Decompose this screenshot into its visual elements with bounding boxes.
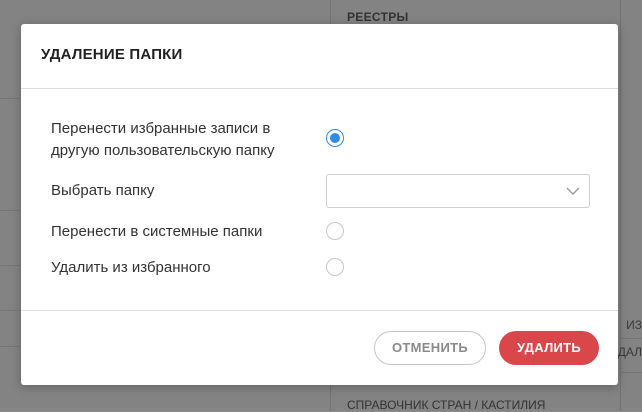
option-move-to-user-folder-label: Перенести избранные записи в другую поль… <box>51 120 275 159</box>
dialog-title: УДАЛЕНИЕ ПАПКИ <box>41 46 183 63</box>
option-move-to-system-folders-radio[interactable] <box>326 222 344 240</box>
select-folder-label: Выбрать папку <box>51 182 155 199</box>
folder-select[interactable] <box>326 174 590 208</box>
delete-button[interactable]: УДАЛИТЬ <box>499 331 599 365</box>
dialog-header: УДАЛЕНИЕ ПАПКИ <box>21 24 618 89</box>
cancel-button[interactable]: ОТМЕНИТЬ <box>374 331 486 365</box>
option-remove-from-favorites-radio[interactable] <box>326 258 344 276</box>
option-move-to-system-folders-label: Перенести в системные папки <box>51 223 263 240</box>
dialog-footer-divider <box>21 310 618 311</box>
option-remove-from-favorites-label: Удалить из избранного <box>51 259 211 276</box>
option-move-to-user-folder-radio[interactable] <box>326 129 344 147</box>
delete-folder-dialog: УДАЛЕНИЕ ПАПКИ Перенести избранные запис… <box>21 24 618 385</box>
chevron-down-icon <box>566 187 580 195</box>
